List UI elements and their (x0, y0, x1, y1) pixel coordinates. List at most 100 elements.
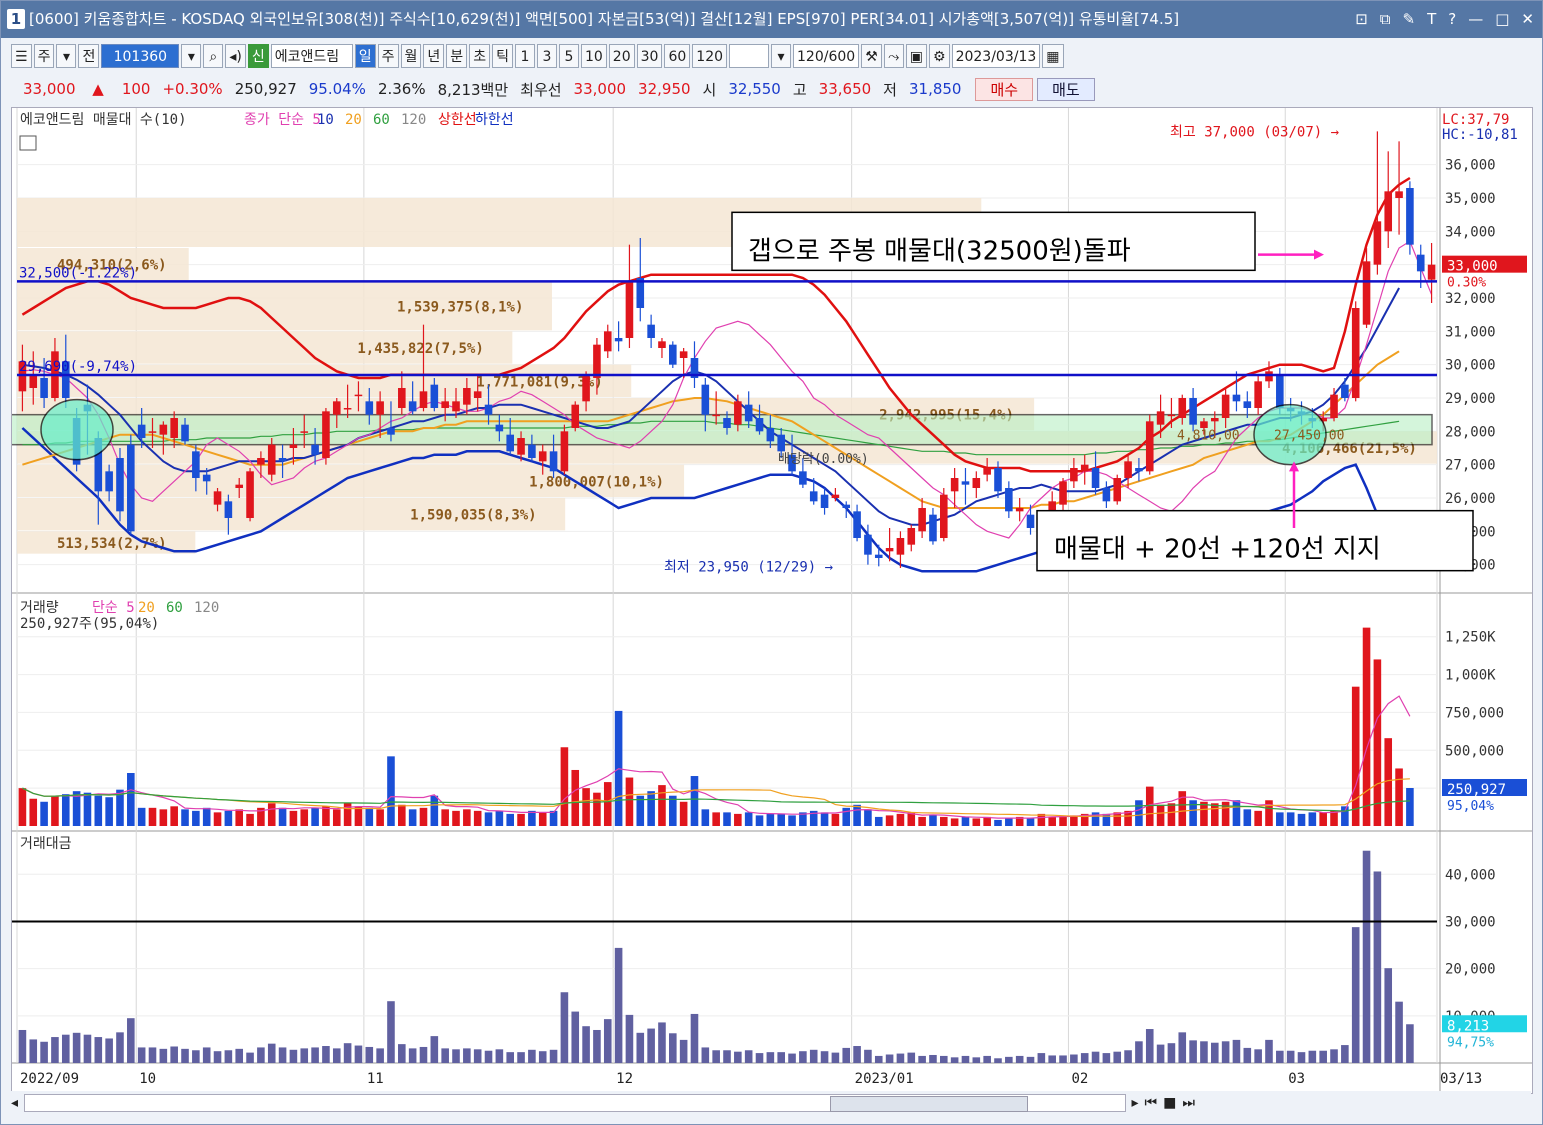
speaker-icon[interactable]: ◂) (225, 44, 246, 68)
tab-minute[interactable]: 분 (446, 44, 468, 68)
tab-day[interactable]: 일 (354, 44, 376, 68)
period-dropdown-icon[interactable]: ▾ (56, 44, 77, 68)
minute-5[interactable]: 5 (558, 44, 579, 68)
tab-second[interactable]: 초 (469, 44, 491, 68)
hc-label: HC:-10,81 (1442, 127, 1518, 143)
amount-bar (994, 1058, 1002, 1063)
minute-30[interactable]: 30 (636, 44, 663, 68)
amount-bar (116, 1032, 124, 1063)
minimize-button[interactable]: — (1468, 1, 1483, 38)
amount-bar (1048, 1055, 1056, 1063)
pin-icon[interactable]: ✎ (1403, 1, 1416, 38)
candle-body (246, 471, 254, 518)
minute-20[interactable]: 20 (608, 44, 635, 68)
close-button[interactable]: ✕ (1521, 1, 1534, 38)
candle-body (159, 424, 168, 435)
scroll-left-icon[interactable]: ◂ (11, 1095, 18, 1111)
sell-button[interactable]: 매도 (1037, 77, 1095, 101)
buy-button[interactable]: 매수 (975, 77, 1034, 101)
amount-bar (1145, 1029, 1154, 1063)
candle-body (658, 341, 666, 348)
volume-bar (213, 812, 222, 826)
amount-bar (1178, 1032, 1187, 1063)
candle-body (116, 458, 124, 512)
first-icon[interactable]: ⏮ (1145, 1095, 1158, 1111)
settings-icon[interactable]: ⚙ (929, 44, 950, 68)
restore-icon[interactable]: ⧉ (1380, 1, 1391, 38)
candle-body (278, 458, 287, 462)
candle-body (463, 388, 471, 405)
tab-year[interactable]: 년 (423, 44, 445, 68)
amount-bar (105, 1038, 113, 1063)
amount-bar (1221, 1041, 1230, 1063)
candle-body (430, 384, 439, 408)
tab-week[interactable]: 주 (377, 44, 399, 68)
volume-bar (159, 809, 168, 826)
candle-body (918, 508, 926, 532)
candle-body (1156, 411, 1165, 425)
menu-icon[interactable]: ☰ (11, 44, 32, 68)
amount-bar (354, 1045, 363, 1063)
scroll-track[interactable] (24, 1094, 1126, 1112)
custom-interval-input[interactable] (729, 44, 770, 68)
profile-misc-label: 4,810,00 (1177, 429, 1240, 444)
tab-month[interactable]: 월 (400, 44, 422, 68)
candle-body (603, 331, 612, 352)
candle-body (1395, 191, 1403, 198)
low-price: 31,850 (908, 80, 962, 98)
amount-y-tick: 30,000 (1445, 914, 1496, 930)
candle-body (1416, 254, 1425, 272)
calendar-icon[interactable]: ▦ (1042, 44, 1064, 68)
last-icon[interactable]: ⏭ (1182, 1095, 1195, 1111)
amount-bar (560, 992, 569, 1063)
amount-bar (452, 1049, 460, 1063)
date-input[interactable]: 2023/03/13 (951, 44, 1041, 68)
volume-bar (61, 794, 70, 826)
stop-icon[interactable]: ■ (1163, 1095, 1176, 1111)
volume-bar (853, 804, 861, 826)
amount-tag: 8,213 (1447, 1018, 1489, 1034)
volume-y-tick: 1,250K (1445, 630, 1496, 646)
candle-body (1070, 468, 1078, 482)
tab-tick[interactable]: 틱 (492, 44, 513, 68)
amount-bar (1330, 1049, 1338, 1063)
save-icon[interactable]: ▣ (905, 44, 927, 68)
bar-count: 120 (797, 49, 824, 65)
minute-120[interactable]: 120 (692, 44, 728, 68)
bar-count-input[interactable]: 120/600 (793, 44, 860, 68)
stock-code-input[interactable]: 101360 (101, 44, 180, 68)
volume-profile-label: 1,800,007(10,1%) (529, 474, 664, 490)
minute-60[interactable]: 60 (664, 44, 691, 68)
scroll-bar[interactable]: ◂ ▸ ⏮ ■ ⏭ (11, 1091, 1531, 1115)
open-label: 시 (702, 80, 717, 99)
scroll-thumb[interactable] (830, 1096, 1029, 1112)
minute-10[interactable]: 10 (580, 44, 607, 68)
chart-area[interactable]: 2022/091011122023/01020303/1324,00025,00… (11, 107, 1533, 1094)
interval-dropdown-icon[interactable]: ▾ (771, 44, 792, 68)
minute-3[interactable]: 3 (536, 44, 557, 68)
amount-bar (1059, 1055, 1067, 1063)
tools-icon[interactable]: ⤳ (883, 44, 904, 68)
search-icon[interactable]: ⌕ (203, 44, 224, 68)
amount-bar (1406, 1024, 1414, 1063)
annotation-text-breakout: 갭으로 주봉 매물대(32500원)돌파 (748, 236, 1131, 266)
toolbar: ☰ 주 ▾ 전 101360 ▾ ⌕ ◂) 신 에코앤드림 일 주 월 년 분 … (1, 41, 1542, 71)
volume-bar (538, 812, 547, 826)
layout-icon[interactable]: ⊡ (1355, 1, 1368, 38)
minute-1[interactable]: 1 (514, 44, 535, 68)
amount-bar (972, 1057, 981, 1063)
low-label: 저 (883, 80, 897, 99)
code-dropdown-icon[interactable]: ▾ (181, 44, 202, 68)
volume-legend-item: 20 (138, 600, 155, 616)
prev-button[interactable]: 전 (78, 44, 100, 68)
period-select[interactable]: 주 (33, 44, 55, 68)
scroll-right-icon[interactable]: ▸ (1132, 1095, 1139, 1111)
text-icon[interactable]: T (1427, 1, 1436, 38)
volume-bar (137, 807, 146, 826)
maximize-button[interactable]: □ (1495, 1, 1509, 38)
candle-body (842, 504, 851, 508)
x-tick-label: 2023/01 (855, 1071, 914, 1087)
help-icon[interactable]: ? (1448, 1, 1456, 38)
indicator-icon[interactable]: ⚒ (861, 44, 882, 68)
volume-bar (495, 810, 504, 826)
